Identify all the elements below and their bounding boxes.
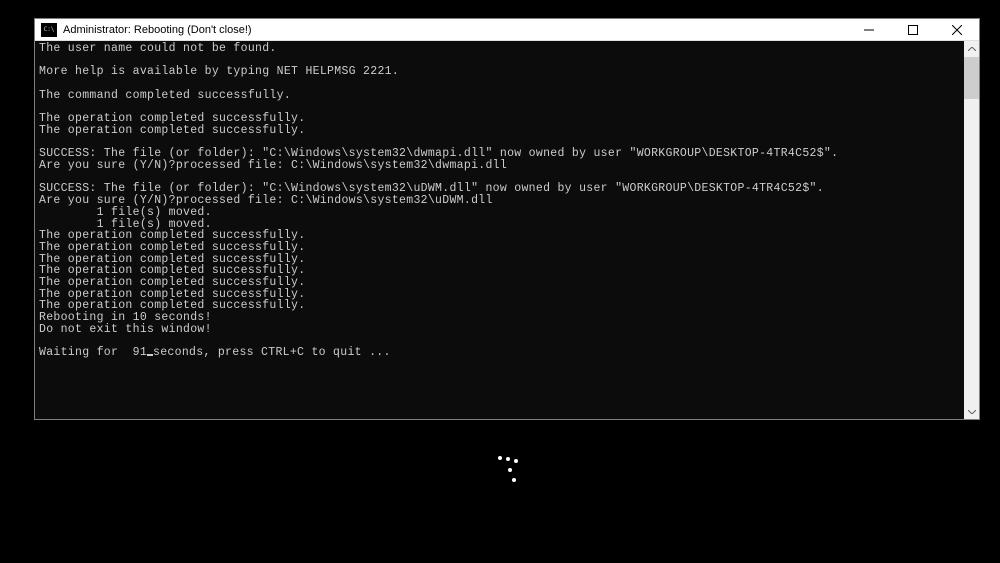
close-button[interactable]: [935, 19, 979, 40]
window-title: Administrator: Rebooting (Don't close!): [63, 24, 847, 36]
command-prompt-window: Administrator: Rebooting (Don't close!) …: [34, 18, 980, 420]
maximize-button[interactable]: [891, 19, 935, 40]
window-controls: [847, 19, 979, 40]
titlebar[interactable]: Administrator: Rebooting (Don't close!): [35, 19, 979, 41]
vertical-scrollbar[interactable]: [964, 41, 979, 419]
scroll-thumb[interactable]: [964, 57, 979, 99]
minimize-button[interactable]: [847, 19, 891, 40]
terminal-output[interactable]: The user name could not be found. More h…: [35, 41, 964, 419]
scroll-up-arrow[interactable]: [964, 41, 979, 56]
cmd-icon: [41, 23, 57, 37]
content-area: The user name could not be found. More h…: [35, 41, 979, 419]
loading-spinner: [490, 456, 526, 492]
scroll-down-arrow[interactable]: [964, 404, 979, 419]
